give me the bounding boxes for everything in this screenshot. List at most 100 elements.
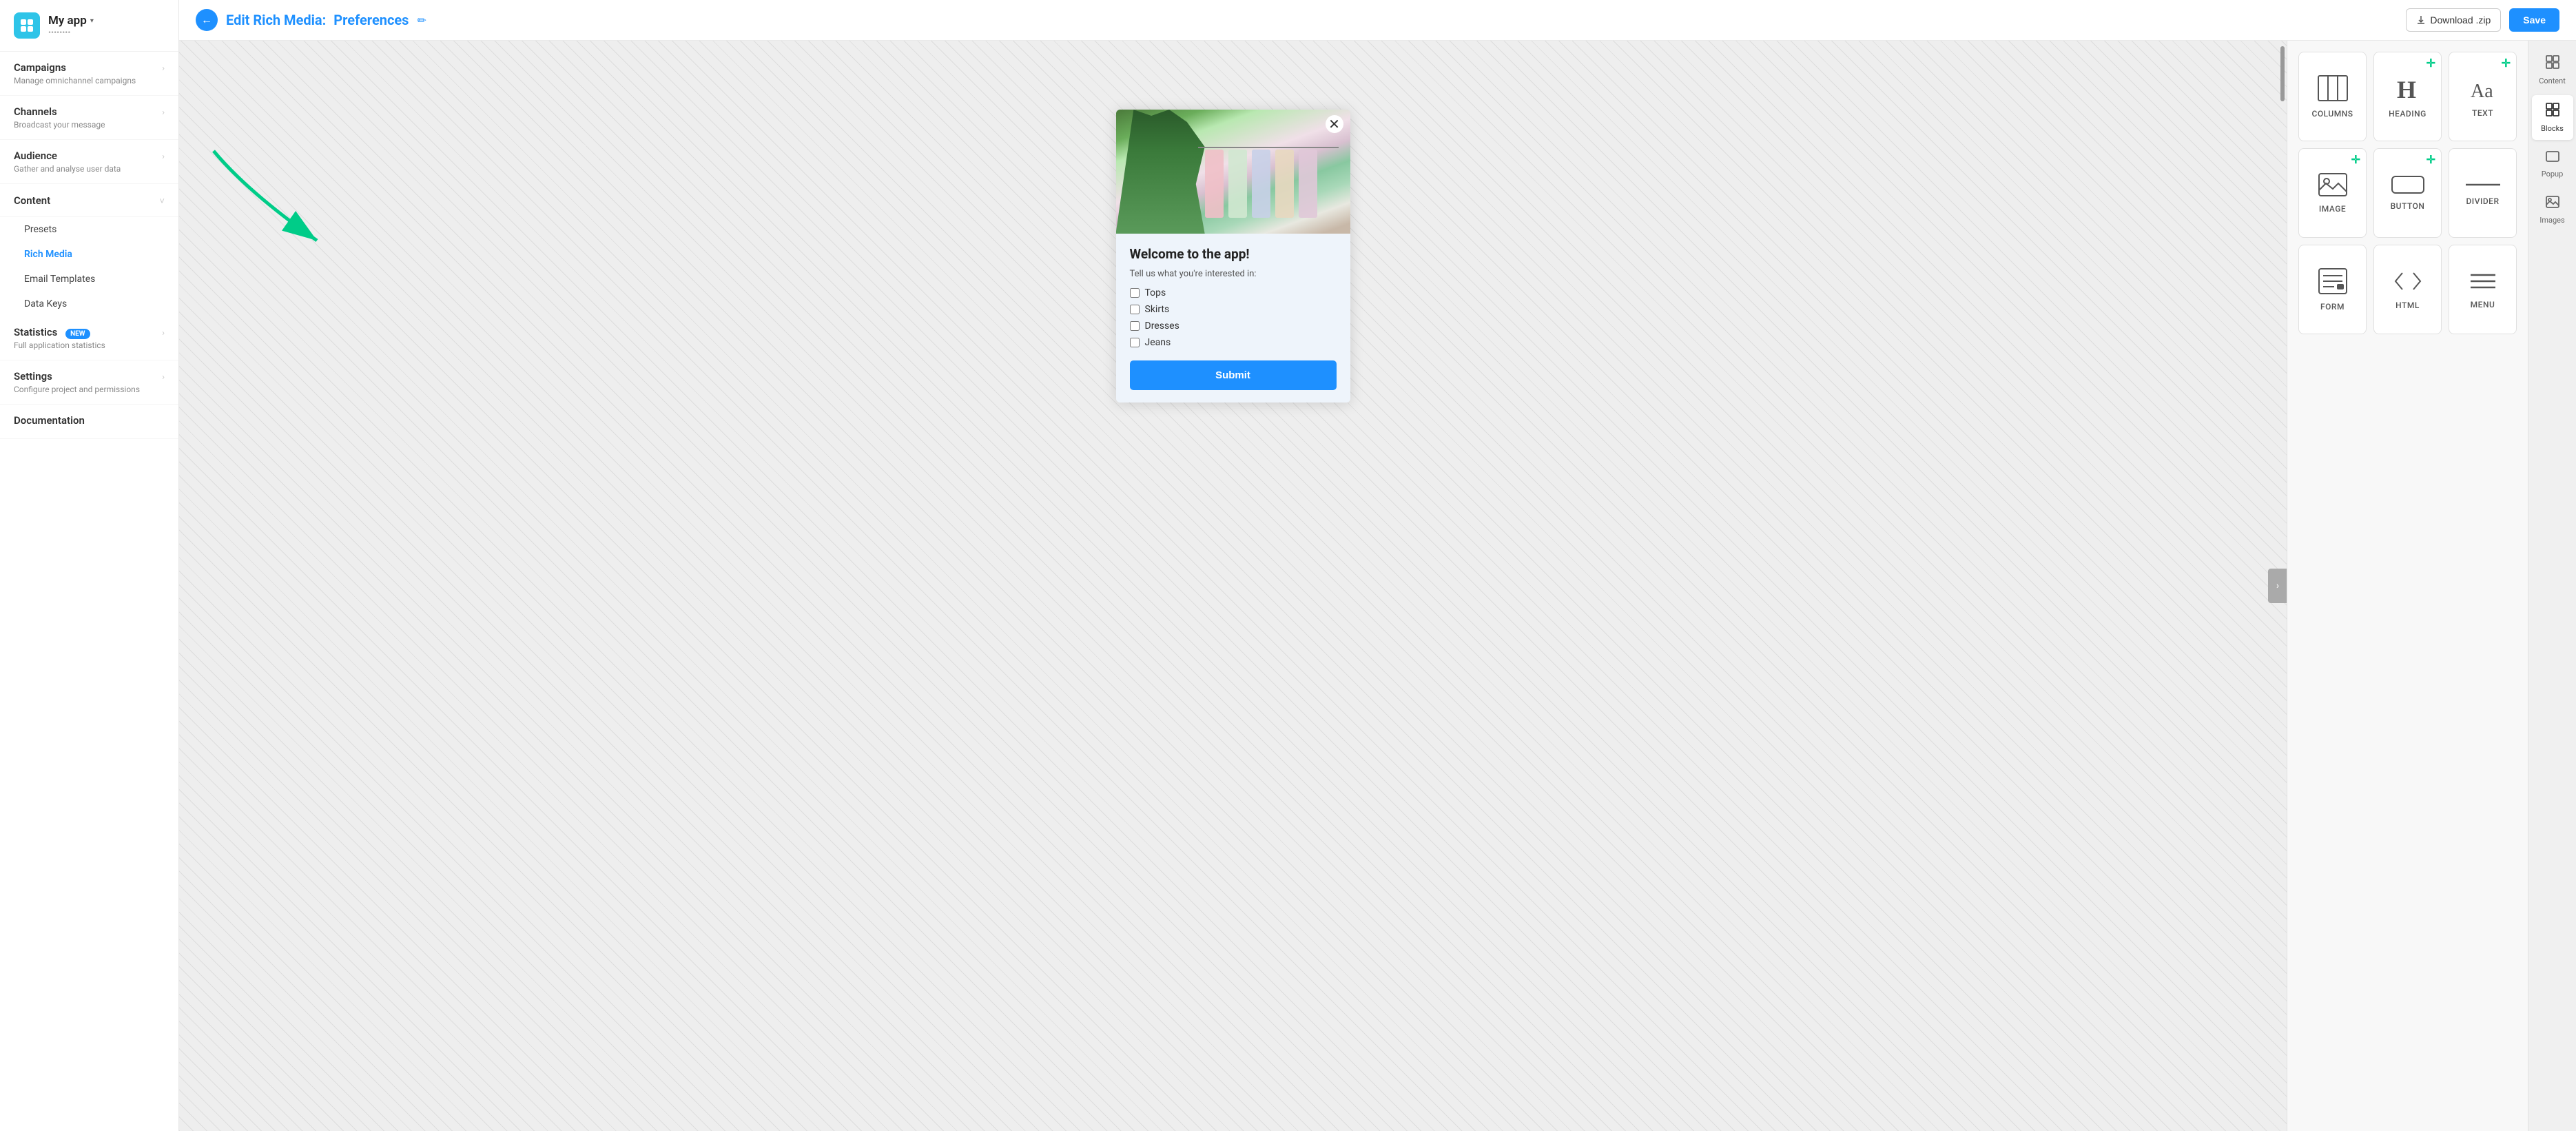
images-tab-icon <box>2545 195 2560 212</box>
sidebar-item-presets[interactable]: Presets <box>0 217 178 242</box>
blocks-grid: COLUMNS ✛ H HEADING ✛ <box>2287 41 2528 1131</box>
popup-tab-icon <box>2545 150 2560 166</box>
canvas[interactable]: ✕ Welcome to the app! Tell us what you'r… <box>179 41 2287 1131</box>
app-icon <box>14 12 40 39</box>
image-icon <box>2318 172 2348 197</box>
block-menu[interactable]: MENU <box>2449 245 2517 334</box>
sidebar-item-channels[interactable]: Channels Broadcast your message › <box>0 96 178 140</box>
side-tabs: Content Blocks <box>2528 41 2576 1131</box>
save-button[interactable]: Save <box>2509 8 2559 32</box>
sidebar-item-email-templates[interactable]: Email Templates <box>0 267 178 292</box>
content-area: ✕ Welcome to the app! Tell us what you'r… <box>179 41 2576 1131</box>
right-panel: COLUMNS ✛ H HEADING ✛ <box>2287 41 2576 1131</box>
sidebar-item-documentation[interactable]: Documentation <box>0 405 178 439</box>
block-image[interactable]: ✛ IMAGE <box>2298 148 2367 238</box>
sidebar-item-statistics[interactable]: Statistics NEW Full application statisti… <box>0 316 178 360</box>
audience-title: Audience <box>14 150 162 162</box>
checkbox-dresses-input[interactable] <box>1130 321 1140 331</box>
menu-label: MENU <box>2471 300 2495 309</box>
form-label: FORM <box>2320 302 2345 312</box>
button-icon <box>2391 175 2425 194</box>
checkbox-skirts-input[interactable] <box>1130 305 1140 314</box>
block-heading[interactable]: ✛ H HEADING <box>2373 52 2442 141</box>
checkbox-dresses[interactable]: Dresses <box>1130 320 1337 332</box>
statistics-sub: Full application statistics <box>14 340 162 350</box>
form-icon <box>2318 267 2348 295</box>
block-columns[interactable]: COLUMNS <box>2298 52 2367 141</box>
audience-sub: Gather and analyse user data <box>14 164 162 174</box>
page-title: Edit Rich Media: Preferences <box>226 12 409 28</box>
image-label: IMAGE <box>2319 204 2346 214</box>
statistics-arrow: › <box>162 328 165 338</box>
download-button[interactable]: Download .zip <box>2406 8 2501 32</box>
menu-icon <box>2468 269 2498 293</box>
sidebar-nav: Campaigns Manage omnichannel campaigns ›… <box>0 52 178 1131</box>
button-label: BUTTON <box>2391 201 2425 211</box>
campaigns-sub: Manage omnichannel campaigns <box>14 76 162 85</box>
canvas-scrollbar-vertical[interactable] <box>2280 46 2285 101</box>
sidebar-item-content[interactable]: Content ˅ <box>0 184 178 217</box>
modal-close-button[interactable]: ✕ <box>1326 115 1343 133</box>
settings-title: Settings <box>14 370 162 383</box>
app-name-wrap: My app ▾ •••••••• <box>48 14 94 37</box>
submit-button[interactable]: Submit <box>1130 360 1337 390</box>
tab-popup[interactable]: Popup <box>2532 143 2573 185</box>
images-tab-label: Images <box>2539 216 2564 225</box>
documentation-title: Documentation <box>14 414 165 427</box>
statistics-badge: NEW <box>65 329 90 339</box>
checkbox-group: Tops Skirts Dresses Jeans <box>1130 287 1337 348</box>
sidebar-item-rich-media[interactable]: Rich Media <box>0 242 178 267</box>
audience-arrow: › <box>162 152 165 162</box>
settings-sub: Configure project and permissions <box>14 385 162 394</box>
tab-images[interactable]: Images <box>2532 188 2573 232</box>
modal-subtitle: Tell us what you're interested in: <box>1130 269 1337 279</box>
content-sub-items: Presets Rich Media Email Templates Data … <box>0 217 178 316</box>
topbar: ← Edit Rich Media: Preferences ✏ Downloa… <box>179 0 2576 41</box>
main-area: ← Edit Rich Media: Preferences ✏ Downloa… <box>179 0 2576 1131</box>
text-icon: Aa <box>2469 75 2497 101</box>
sidebar-item-data-keys[interactable]: Data Keys <box>0 292 178 316</box>
popup-tab-label: Popup <box>2542 170 2564 179</box>
button-plus-icon: ✛ <box>2426 153 2435 166</box>
block-button[interactable]: ✛ BUTTON <box>2373 148 2442 238</box>
checkbox-skirts[interactable]: Skirts <box>1130 304 1337 315</box>
checkbox-tops[interactable]: Tops <box>1130 287 1337 298</box>
sidebar-item-campaigns[interactable]: Campaigns Manage omnichannel campaigns › <box>0 52 178 96</box>
heading-plus-icon: ✛ <box>2426 57 2435 70</box>
svg-text:H: H <box>2397 76 2416 102</box>
tab-content[interactable]: Content <box>2532 48 2573 92</box>
checkbox-jeans-input[interactable] <box>1130 338 1140 347</box>
sidebar-item-settings[interactable]: Settings Configure project and permissio… <box>0 360 178 405</box>
app-subtitle: •••••••• <box>48 28 94 37</box>
tab-blocks[interactable]: Blocks <box>2532 95 2573 140</box>
block-divider[interactable]: DIVIDER <box>2449 148 2517 238</box>
channels-title: Channels <box>14 105 162 118</box>
svg-text:Aa: Aa <box>2471 81 2493 101</box>
chevron-down-icon[interactable]: ▾ <box>90 17 94 25</box>
heading-label: HEADING <box>2389 109 2426 119</box>
checkbox-jeans[interactable]: Jeans <box>1130 337 1337 348</box>
columns-label: COLUMNS <box>2312 109 2353 119</box>
image-plus-icon: ✛ <box>2351 153 2360 166</box>
statistics-title: Statistics NEW <box>14 326 162 338</box>
block-text[interactable]: ✛ Aa TEXT <box>2449 52 2517 141</box>
campaigns-title: Campaigns <box>14 61 162 74</box>
sidebar: My app ▾ •••••••• Campaigns Manage omnic… <box>0 0 179 1131</box>
back-button[interactable]: ← <box>196 9 218 31</box>
annotation-arrow <box>193 137 358 275</box>
sidebar-item-audience[interactable]: Audience Gather and analyse user data › <box>0 140 178 184</box>
canvas-toggle-button[interactable]: › <box>2268 569 2287 603</box>
columns-icon <box>2317 74 2349 102</box>
content-tab-icon <box>2545 54 2560 73</box>
blocks-tab-icon <box>2545 102 2560 121</box>
block-form[interactable]: FORM <box>2298 245 2367 334</box>
page-name: Preferences <box>333 12 409 28</box>
modal-image: ✕ <box>1116 110 1350 234</box>
channels-sub: Broadcast your message <box>14 120 162 130</box>
heading-icon: H <box>2394 74 2422 102</box>
block-html[interactable]: HTML <box>2373 245 2442 334</box>
checkbox-tops-input[interactable] <box>1130 288 1140 298</box>
html-icon <box>2393 269 2423 294</box>
text-label: TEXT <box>2472 108 2493 118</box>
edit-icon[interactable]: ✏ <box>417 14 426 27</box>
